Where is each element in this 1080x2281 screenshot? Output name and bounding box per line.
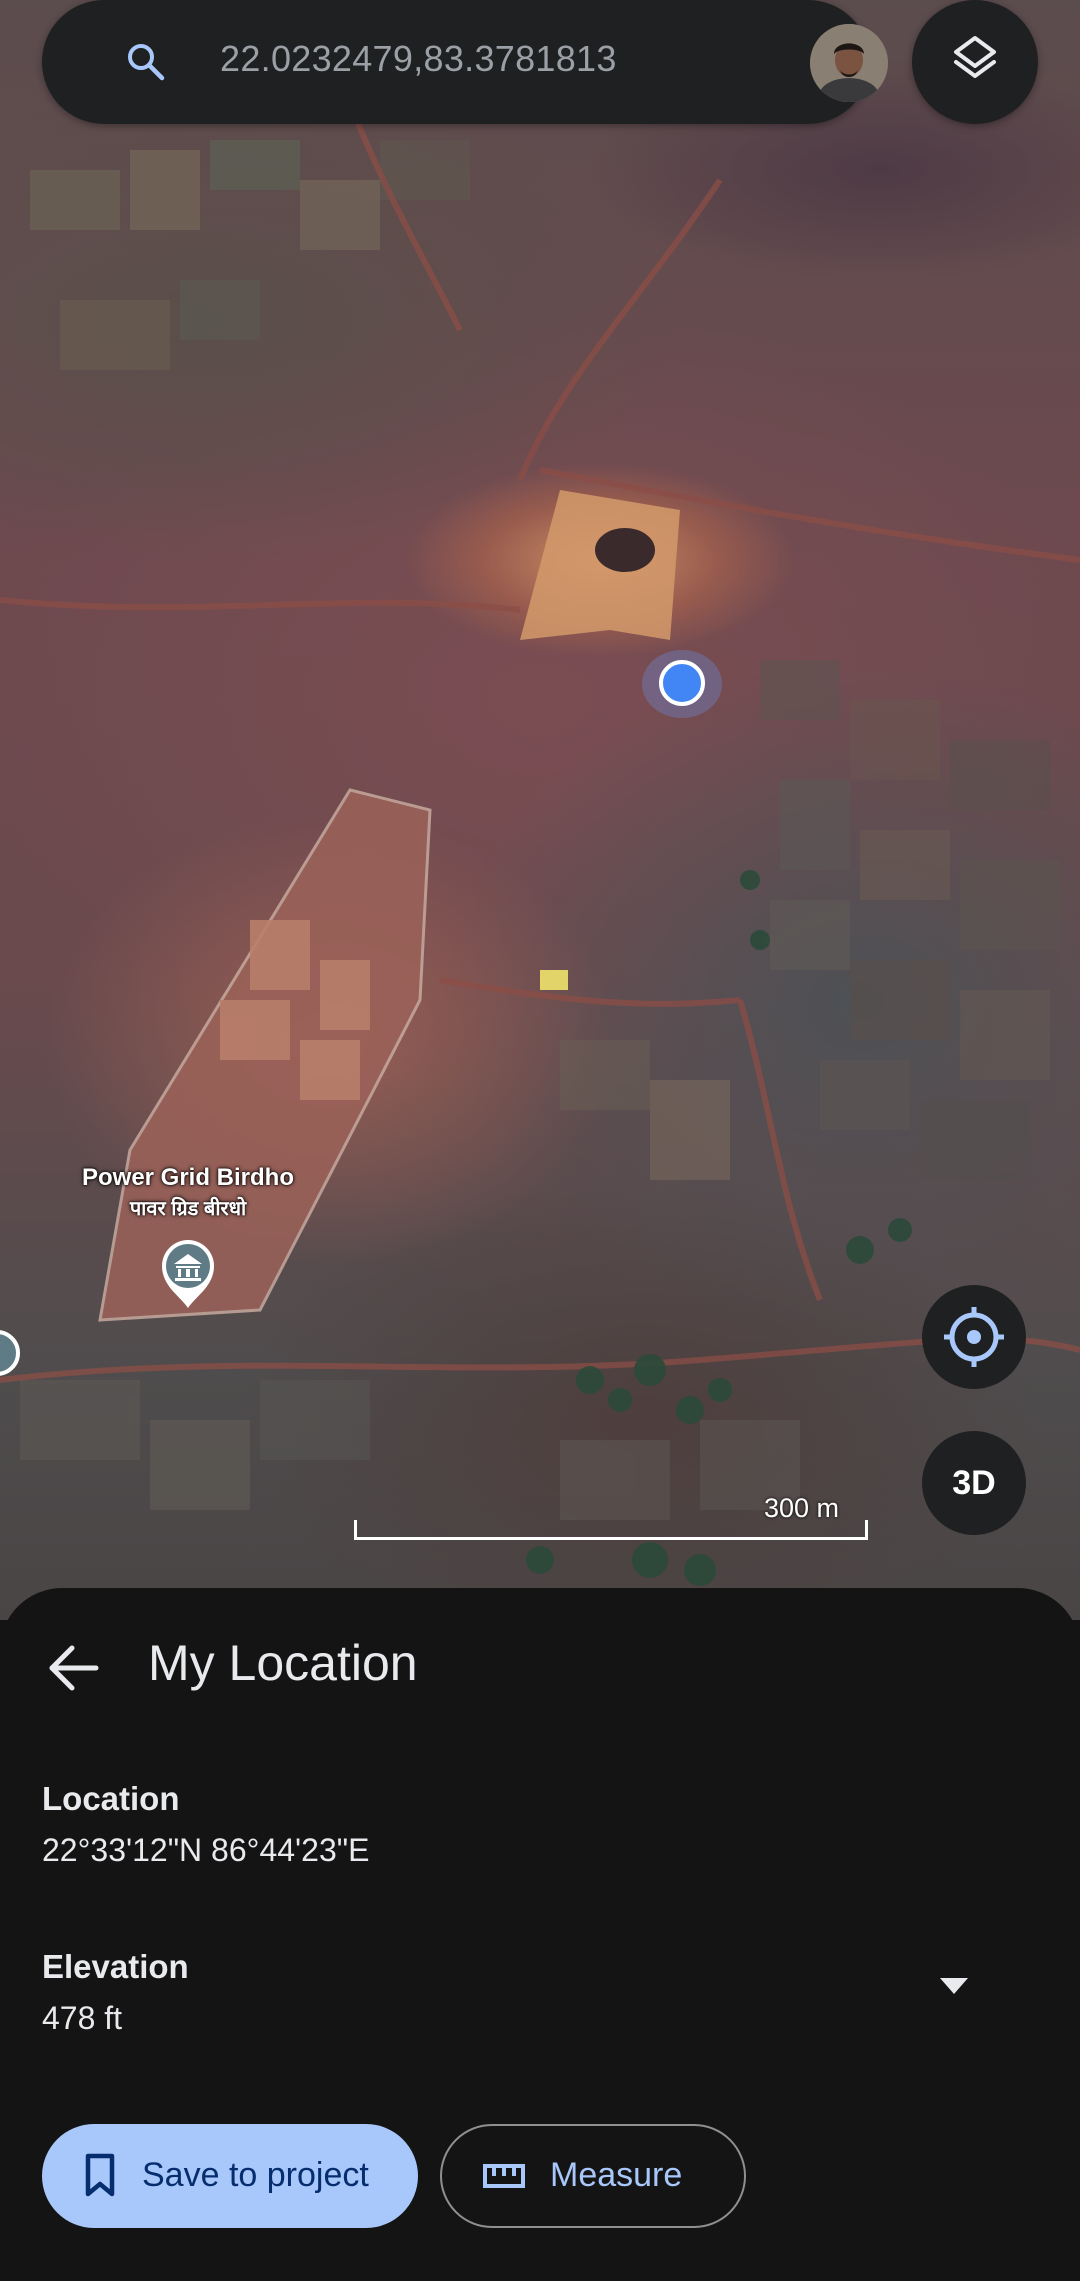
layers-button[interactable] [912,0,1038,124]
poi-title[interactable]: Power Grid Birdho [60,1164,316,1192]
map-terrain [0,19,1080,1586]
search-bar[interactable]: 22.0232479,83.3781813 [42,0,888,124]
my-location-icon [944,1307,1004,1367]
save-to-project-button[interactable]: Save to project [42,2124,418,2228]
elevation-value: 478 ft [42,2000,123,2036]
poi-subtitle[interactable]: पावर ग्रिड बीरधो [60,1194,316,1221]
bookmark-icon [85,2153,115,2197]
avatar[interactable] [810,24,888,102]
location-value[interactable]: 22°33'12"N 86°44'23"E [42,1832,369,1869]
save-to-project-label: Save to project [142,2156,369,2194]
current-location-dot[interactable] [659,660,705,706]
measure-label: Measure [550,2156,683,2194]
elevation-label: Elevation [42,1948,189,1985]
3d-toggle-button[interactable]: 3D [922,1431,1026,1535]
scale-bar [354,1520,868,1540]
poi-label[interactable]: Power Grid Birdho पावर ग्रिड बीरधो [60,1164,316,1221]
satellite-map[interactable]: Power Grid Birdho पावर ग्रिड बीरधो 3D 30… [0,0,1080,1620]
measure-button[interactable]: Measure [440,2124,746,2228]
avatar-image [810,24,888,102]
layers-icon [954,36,996,78]
ruler-icon [483,2164,525,2188]
building-icon[interactable] [158,1238,218,1310]
search-input[interactable]: 22.0232479,83.3781813 [220,38,617,80]
search-icon[interactable] [124,40,168,84]
my-location-button[interactable] [922,1285,1026,1389]
bottom-sheet: My Location Location 22°33'12"N 86°44'23… [0,1588,1080,2281]
location-label: Location [42,1780,180,1817]
sheet-title: My Location [148,1635,418,1691]
chevron-down-icon[interactable] [938,1976,970,1996]
back-arrow-icon[interactable] [44,1638,104,1698]
